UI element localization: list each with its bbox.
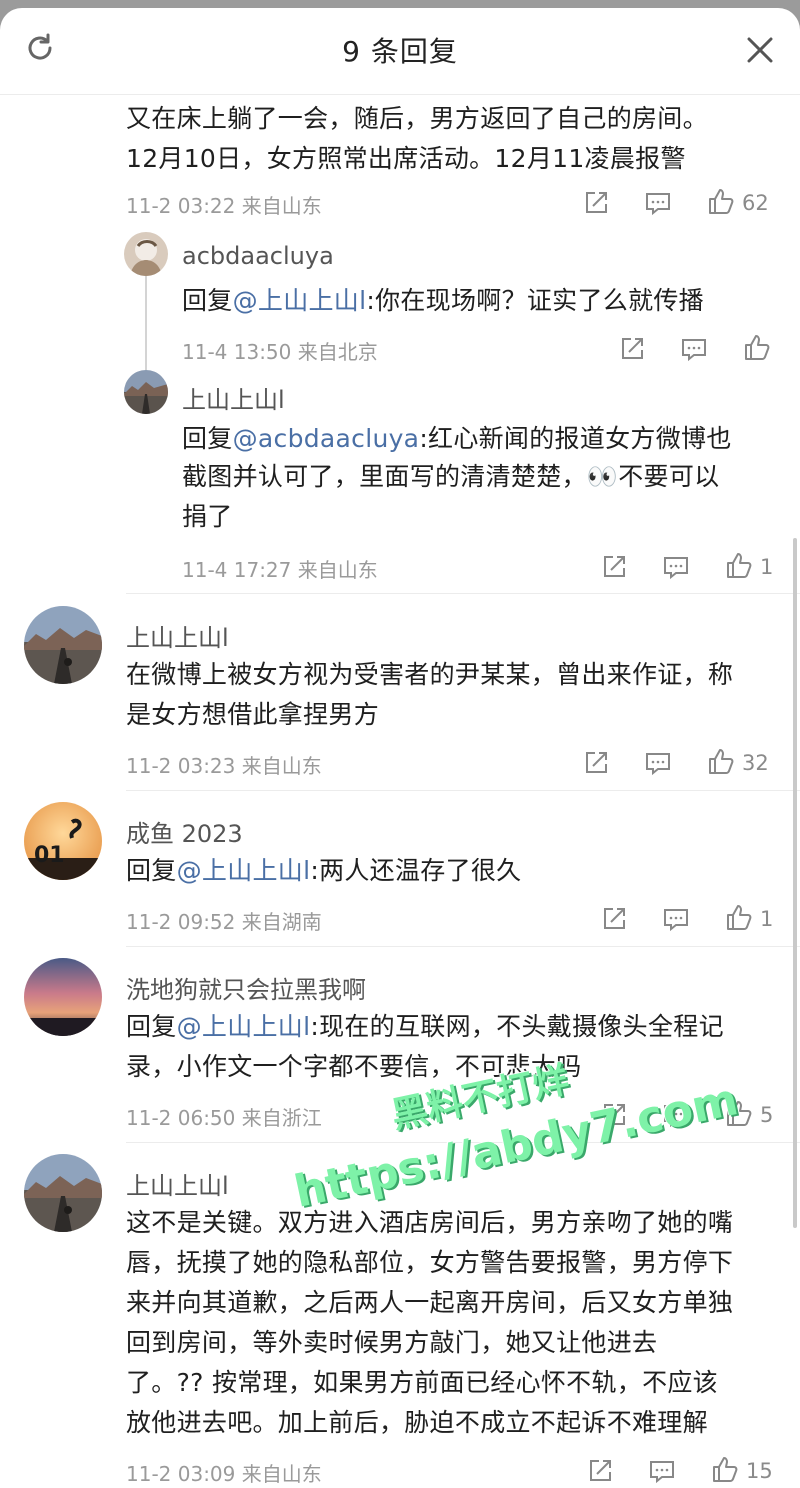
reply-text: 回复@上山上山l:你在现场啊？证实了么就传播 (182, 282, 704, 319)
comment-icon[interactable] (644, 749, 672, 777)
reply-prefix: 回复 (126, 1012, 177, 1041)
share-icon[interactable] (582, 749, 610, 777)
close-icon[interactable] (746, 36, 774, 64)
avatar[interactable] (24, 606, 102, 684)
thumbs-up-icon (710, 1454, 740, 1488)
thumbs-up-icon (706, 746, 736, 780)
comment-meta: 11-2 09:52 来自湖南 (126, 910, 322, 934)
header: 9 条回复 (0, 8, 800, 95)
like-button[interactable]: 1 (724, 550, 773, 584)
like-count: 1 (760, 907, 774, 931)
mention-link[interactable]: @上山上山l (233, 286, 367, 315)
mention-link[interactable]: @上山上山l (177, 856, 311, 885)
reply-body: :你在现场啊？证实了么就传播 (366, 286, 704, 315)
mention-link[interactable]: @acbdaacluya (233, 424, 420, 453)
comment-meta: 11-2 03:23 来自山东 (126, 754, 322, 778)
username[interactable]: 上山上山l (126, 618, 229, 653)
share-icon[interactable] (600, 905, 628, 933)
comment-text: 是女方想借此拿捏男方 (126, 700, 380, 729)
divider (126, 790, 800, 791)
scrollbar[interactable] (793, 538, 797, 1228)
comment-icon[interactable] (662, 905, 690, 933)
comment-meta: 11-4 17:27 来自山东 (182, 558, 378, 582)
like-button[interactable]: 15 (710, 1454, 773, 1488)
like-button[interactable]: 1 (724, 902, 773, 936)
share-icon[interactable] (582, 189, 610, 217)
comment-text: 在微博上被女方视为受害者的尹某某，曾出来作证，称 (126, 660, 734, 689)
like-count: 32 (742, 751, 769, 775)
comment-actions: 1 (600, 550, 773, 584)
comment-text: 这不是关键。双方进入酒店房间后，男方亲吻了她的嘴 (126, 1208, 734, 1237)
thumbs-up-icon (706, 186, 736, 220)
comment-actions: 62 (582, 186, 769, 220)
comment-meta: 11-2 03:09 来自山东 (126, 1462, 322, 1486)
reply-prefix: 回复 (126, 856, 177, 885)
reply-body: :红心新闻的报道女方微博也 (419, 424, 732, 453)
divider (126, 593, 800, 594)
comment-text: 唇，抚摸了她的隐私部位，女方警告要报警，男方停下 (126, 1248, 734, 1277)
comment-actions (618, 332, 778, 366)
comment-icon[interactable] (662, 553, 690, 581)
thumbs-up-icon (724, 550, 754, 584)
username[interactable]: 上山上山l (126, 1166, 229, 1201)
reply-prefix: 回复 (182, 424, 233, 453)
like-button[interactable]: 32 (706, 746, 769, 780)
comment-meta: 11-4 13:50 来自北京 (182, 340, 378, 364)
reply-prefix: 回复 (182, 286, 233, 315)
divider (126, 946, 800, 947)
reply-body: 不要可以 (618, 462, 720, 491)
like-button[interactable] (742, 332, 778, 366)
comment-actions: 15 (586, 1454, 773, 1488)
like-button[interactable]: 62 (706, 186, 769, 220)
comment-icon[interactable] (644, 189, 672, 217)
reply-body: 截图并认可了，里面写的清清楚楚， (182, 462, 587, 491)
share-icon[interactable] (600, 553, 628, 581)
avatar-text: 01 (34, 843, 65, 868)
avatar[interactable] (124, 370, 168, 414)
share-icon[interactable] (586, 1457, 614, 1485)
comment-text: 又在床上躺了一会，随后，男方返回了自己的房间。 (126, 104, 708, 133)
like-count: 5 (760, 1103, 774, 1127)
comment-actions: 1 (600, 902, 773, 936)
comment-text: 来并向其道歉，之后两人一起离开房间，后又女方单独 (126, 1288, 734, 1317)
reply-text: 回复@上山上山l:现在的互联网，不头戴摄像头全程记 (126, 1008, 724, 1045)
like-count: 62 (742, 191, 769, 215)
username[interactable]: 成鱼 2023 (126, 814, 243, 849)
comment-actions: 32 (582, 746, 769, 780)
comment-meta: 11-2 06:50 来自浙江 (126, 1106, 322, 1130)
reply-text: 回复@上山上山l:两人还温存了很久 (126, 852, 521, 889)
avatar[interactable] (24, 958, 102, 1036)
comment-text: 回到房间，等外卖时候男方敲门，她又让他进去 (126, 1328, 658, 1357)
comment-text: 了。?? 按常理，如果男方前面已经心怀不轨，不应该 (126, 1368, 718, 1397)
comment-text: 12月10日，女方照常出席活动。12月11凌晨报警 (126, 144, 686, 173)
thumbs-up-icon (724, 902, 754, 936)
avatar[interactable] (24, 1154, 102, 1232)
thumbs-up-icon (742, 332, 772, 366)
username[interactable]: acbdaacluya (182, 242, 334, 270)
username[interactable]: 洗地狗就只会拉黑我啊 (126, 970, 366, 1005)
comment-icon[interactable] (648, 1457, 676, 1485)
comment-text: 放他进去吧。加上前后，胁迫不成立不起诉不难理解 (126, 1408, 708, 1437)
mention-link[interactable]: @上山上山l (177, 1012, 311, 1041)
reply-text: 截图并认可了，里面写的清清楚楚，👀不要可以 (182, 458, 719, 495)
thread-line (145, 276, 147, 380)
avatar[interactable] (124, 232, 168, 276)
reply-text: 回复@acbdaacluya:红心新闻的报道女方微博也 (182, 420, 732, 457)
reply-body: :两人还温存了很久 (310, 856, 522, 885)
like-count: 15 (746, 1459, 773, 1483)
username[interactable]: 上山上山l (182, 380, 285, 415)
comment-icon[interactable] (680, 335, 708, 363)
share-icon[interactable] (618, 335, 646, 363)
comment-meta: 11-2 03:22 来自山东 (126, 194, 322, 218)
avatar[interactable]: 01 (24, 802, 102, 880)
reply-body: :现在的互联网，不头戴摄像头全程记 (310, 1012, 724, 1041)
page-title: 9 条回复 (342, 35, 458, 68)
like-count: 1 (760, 555, 774, 579)
reply-text: 捐了 (182, 502, 233, 531)
eyes-emoji: 👀 (586, 462, 619, 491)
comment-sheet: 9 条回复 又在床上躺了一会，随后，男方返回了自己的房间。 12月10日，女方照… (0, 8, 800, 1488)
